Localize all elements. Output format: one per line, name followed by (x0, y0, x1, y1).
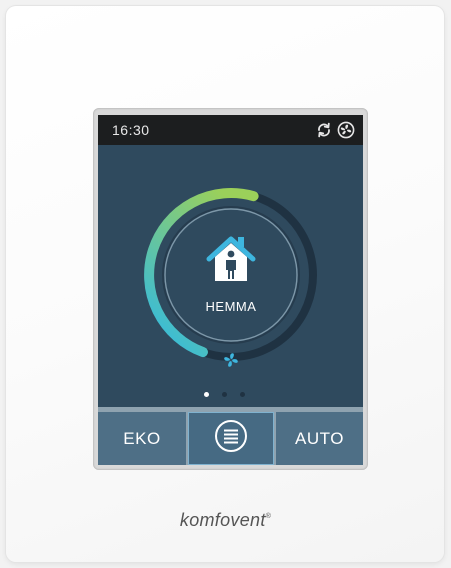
mode-label: HEMMA (205, 299, 257, 314)
page-dot[interactable] (240, 392, 245, 397)
brand-logo: komfovent® (0, 510, 451, 531)
page-dot[interactable] (222, 392, 227, 397)
eko-button[interactable]: EKO (98, 412, 186, 465)
page-indicator (204, 392, 245, 397)
registered-mark: ® (265, 513, 272, 520)
sync-icon (315, 121, 333, 139)
fan-icon (222, 351, 240, 374)
auto-button[interactable]: AUTO (276, 412, 363, 465)
fan-status-icon (337, 121, 355, 139)
brand-name: komfovent (179, 510, 266, 530)
menu-button[interactable] (188, 412, 274, 465)
home-person-icon (205, 233, 257, 290)
menu-icon (213, 418, 249, 459)
clock-time: 16:30 (112, 122, 150, 138)
touch-screen: 16:30 HEMMA EKO AUTO (98, 115, 363, 465)
page-dot[interactable] (204, 392, 209, 397)
status-bar: 16:30 (98, 115, 363, 145)
